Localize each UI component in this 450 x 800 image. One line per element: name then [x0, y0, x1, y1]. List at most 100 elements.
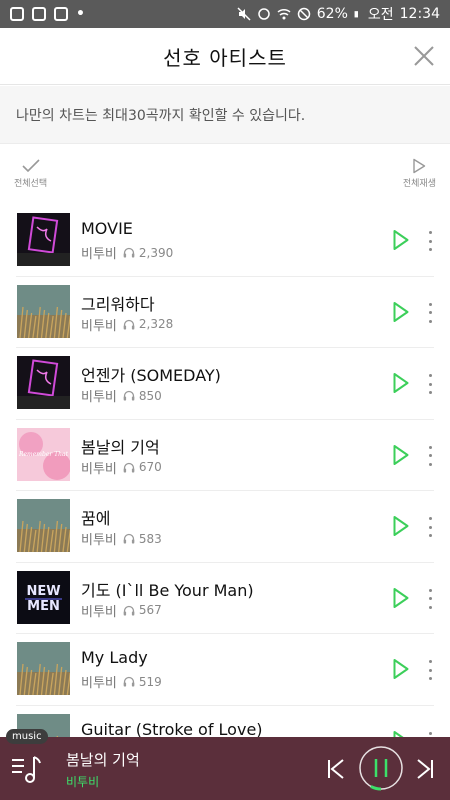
more-options-icon[interactable]	[426, 231, 434, 251]
album-art-field	[17, 642, 70, 695]
play-count: 519	[123, 675, 162, 689]
album-art-field	[17, 499, 70, 552]
play-count-value: 2,328	[138, 317, 174, 331]
song-row[interactable]: 언젠가 (SOMEDAY) 비투비 850	[16, 348, 434, 420]
ampm-label: 오전	[367, 7, 394, 23]
album-art-neon	[17, 356, 70, 409]
headphones-icon	[123, 247, 135, 258]
song-meta: 비투비 2,328	[81, 315, 173, 334]
album-thumbnail[interactable]	[17, 356, 70, 409]
play-count: 567	[123, 603, 162, 617]
song-artist: 비투비	[81, 676, 117, 691]
song-title: 봄날의 기억	[81, 437, 160, 457]
play-icon[interactable]	[392, 587, 410, 609]
play-outline-icon	[413, 158, 426, 174]
play-icon[interactable]	[392, 658, 410, 680]
mini-player[interactable]: music 봄날의 기억 비투비	[0, 729, 450, 800]
more-options-icon[interactable]	[426, 374, 434, 394]
pause-icon[interactable]	[357, 744, 405, 792]
album-art-word-new: NEW	[26, 584, 60, 599]
play-count-value: 850	[138, 388, 162, 403]
play-count-value: 2,390	[138, 245, 174, 260]
more-options-icon[interactable]	[426, 660, 434, 680]
album-thumbnail[interactable]: NEW MEN	[17, 570, 70, 624]
play-count: 850	[123, 389, 162, 403]
album-art-caption: Remember That	[18, 451, 69, 458]
headphones-icon	[123, 605, 135, 615]
song-artist: 비투비	[81, 247, 117, 262]
headphones-icon	[123, 676, 135, 687]
select-all-label: 전체선택	[14, 179, 48, 189]
instagram-icon	[54, 7, 68, 21]
clock: 12:34	[399, 6, 440, 22]
album-thumbnail[interactable]	[17, 499, 70, 552]
album-art-word-men: MEN	[27, 599, 60, 614]
song-meta: 비투비 519	[81, 672, 162, 692]
more-options-icon[interactable]	[426, 445, 434, 466]
no-signal-icon	[297, 7, 310, 21]
alarm-icon	[258, 8, 270, 20]
play-count-value: 583	[138, 531, 162, 546]
more-options-icon[interactable]	[426, 517, 434, 537]
gallery-icon	[32, 7, 46, 21]
play-icon[interactable]	[392, 229, 410, 251]
song-title: 기도 (I`ll Be Your Man)	[81, 580, 254, 600]
more-options-icon[interactable]	[426, 588, 434, 609]
next-track-icon[interactable]	[415, 758, 435, 780]
play-all-label: 전체재생	[402, 179, 436, 189]
album-thumbnail[interactable]	[17, 213, 70, 266]
song-meta: 비투비 670	[81, 458, 162, 477]
now-playing-artist: 비투비	[66, 775, 100, 789]
now-playing-title: 봄날의 기억	[66, 751, 140, 769]
play-count-value: 567	[138, 603, 162, 617]
album-thumbnail[interactable]: Remember That	[17, 427, 70, 481]
song-title: 꿈에	[81, 509, 111, 528]
song-artist: 비투비	[81, 533, 117, 548]
album-art-pink: Remember That	[17, 427, 70, 481]
page-title: 선호 아티스트	[163, 45, 287, 70]
song-row[interactable]: MOVIE 비투비 2,390	[16, 205, 434, 277]
play-count: 670	[123, 460, 162, 474]
song-row[interactable]: Remember That 봄날의 기억 비투비 670	[16, 420, 434, 491]
song-artist: 비투비	[81, 390, 117, 405]
status-bar: • 62% 오전 12:34	[0, 0, 450, 28]
page-header: 선호 아티스트	[0, 28, 450, 85]
song-row[interactable]: 그리워하다비투비 2,328	[16, 277, 434, 348]
song-title: 그리워하다	[81, 294, 155, 314]
battery-icon	[354, 11, 358, 18]
play-icon[interactable]	[392, 515, 410, 537]
mute-icon	[237, 7, 251, 21]
song-row[interactable]: My Lady 비투비 519	[16, 634, 434, 706]
notification-icon	[10, 7, 24, 21]
headphones-icon	[123, 462, 135, 472]
song-artist: 비투비	[81, 604, 117, 620]
play-all-button[interactable]: 전체재생	[403, 158, 436, 189]
song-artist: 비투비	[81, 318, 117, 334]
song-meta: 비투비 850	[81, 386, 162, 406]
album-thumbnail[interactable]	[17, 642, 70, 695]
play-count-value: 519	[138, 674, 162, 689]
song-meta: 비투비 583	[81, 529, 162, 549]
playlist-icon[interactable]	[10, 751, 44, 785]
more-options-icon[interactable]	[426, 302, 434, 323]
song-title: My Lady	[81, 648, 148, 667]
song-row[interactable]: NEW MEN 기도 (I`ll Be Your Man) 비투비 567	[16, 563, 434, 634]
song-list: MOVIE 비투비 2,390 그리워하다 비투비 2,328 언젠가 (SOMEDAY) 비…	[16, 205, 434, 777]
album-art-newmen: NEWMEN	[17, 570, 70, 624]
play-icon[interactable]	[392, 372, 410, 394]
album-thumbnail[interactable]	[17, 284, 70, 338]
album-art-field	[17, 284, 70, 338]
wifi-icon	[277, 8, 291, 20]
play-icon[interactable]	[392, 301, 410, 323]
song-title: MOVIE	[81, 219, 133, 238]
previous-track-icon[interactable]	[326, 758, 346, 780]
status-notification-icons: •	[10, 6, 85, 22]
select-all-button[interactable]: 전체선택	[14, 158, 47, 189]
song-row[interactable]: 꿈에비투비 583	[16, 491, 434, 563]
play-icon[interactable]	[392, 444, 410, 466]
headphones-icon	[123, 533, 135, 544]
play-count: 2,390	[123, 246, 173, 260]
close-icon[interactable]	[412, 44, 436, 68]
headphones-icon	[123, 390, 135, 401]
headphones-icon	[123, 319, 135, 329]
